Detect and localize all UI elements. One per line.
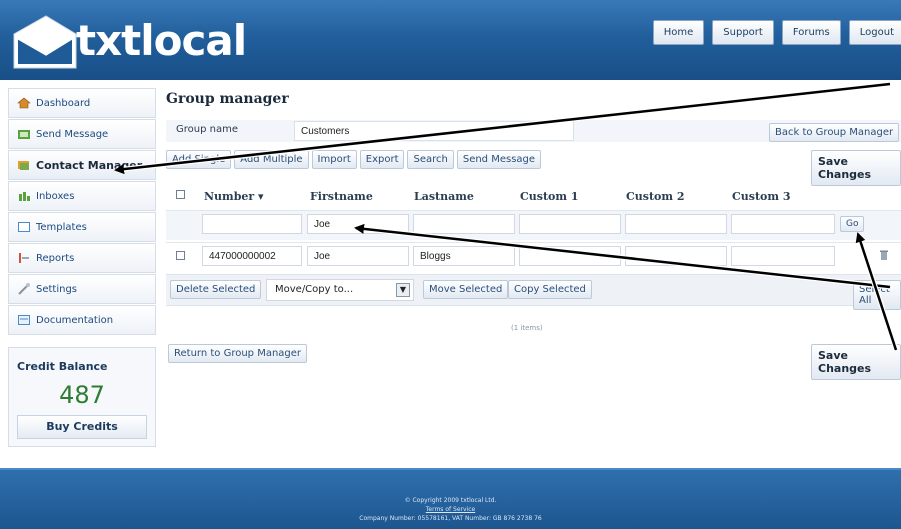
sidebar-item-label: Settings: [36, 283, 78, 295]
reports-icon: [17, 252, 31, 264]
credit-balance-label: Credit Balance: [17, 360, 108, 373]
sidebar-item-label: Inboxes: [36, 190, 75, 202]
txtlocal-logo[interactable]: txtlocal: [10, 8, 250, 69]
filter-firstname-input[interactable]: [307, 214, 409, 234]
go-button[interactable]: Go: [840, 216, 865, 232]
header-bar: txtlocal Home Support Forums Logout: [0, 0, 901, 80]
save-changes-bottom-button[interactable]: Save Changes: [811, 344, 901, 380]
back-to-group-manager-button[interactable]: Back to Group Manager: [769, 123, 900, 142]
brand-wordmark: txtlocal: [76, 16, 247, 65]
column-header-lastname[interactable]: Lastname: [414, 190, 474, 203]
select-all-button[interactable]: Select All: [853, 280, 901, 310]
footer: © Copyright 2009 txtlocal Ltd. Terms of …: [0, 468, 901, 529]
chevron-down-icon[interactable]: ▼: [396, 283, 410, 297]
custom2-field[interactable]: [625, 246, 727, 266]
nav-home-button[interactable]: Home: [652, 20, 705, 45]
sidebar-item-reports[interactable]: Reports: [8, 243, 156, 273]
custom3-field[interactable]: [731, 246, 835, 266]
import-button[interactable]: Import: [311, 150, 357, 169]
row-checkbox[interactable]: [176, 251, 185, 260]
sidebar: Dashboard Send Message Contact Manager I…: [8, 88, 156, 447]
sidebar-item-settings[interactable]: Settings: [8, 274, 156, 304]
sidebar-item-label: Send Message: [36, 128, 109, 140]
credit-balance-panel: Credit Balance 487 Buy Credits: [8, 347, 156, 447]
filter-lastname-input[interactable]: [413, 214, 515, 234]
contacts-icon: [17, 159, 31, 171]
delete-selected-button[interactable]: Delete Selected: [170, 280, 262, 299]
add-multiple-button[interactable]: Add Multiple: [234, 150, 309, 169]
move-copy-to-selected-value: Move/Copy to...: [275, 284, 354, 295]
house-icon: [17, 97, 31, 109]
save-changes-button[interactable]: Save Changes: [811, 150, 901, 186]
group-name-label: Group name: [176, 124, 238, 135]
item-count-label: (1 items): [511, 324, 543, 332]
nav-logout-button[interactable]: Logout: [848, 20, 901, 45]
sidebar-item-dashboard[interactable]: Dashboard: [8, 88, 156, 118]
move-selected-button[interactable]: Move Selected: [423, 280, 509, 299]
top-navigation: Home Support Forums Logout: [652, 20, 901, 45]
contact-toolbar: Add Single Add Multiple Import Export Se…: [166, 150, 542, 169]
move-copy-to-select[interactable]: Move/Copy to... ▼: [266, 279, 414, 301]
contacts-table-header: Number ▾ Firstname Lastname Custom 1 Cus…: [166, 184, 901, 210]
custom1-field[interactable]: [519, 246, 621, 266]
inbox-icon: [17, 190, 31, 202]
sidebar-item-label: Contact Manager: [36, 158, 143, 172]
column-header-number[interactable]: Number ▾: [204, 190, 264, 203]
sidebar-item-templates[interactable]: Templates: [8, 212, 156, 242]
filter-custom1-input[interactable]: [519, 214, 621, 234]
lastname-field[interactable]: [413, 246, 515, 266]
sidebar-item-contact-manager[interactable]: Contact Manager: [8, 150, 156, 180]
firstname-field[interactable]: [307, 246, 409, 266]
sidebar-item-inboxes[interactable]: Inboxes: [8, 181, 156, 211]
filter-custom2-input[interactable]: [625, 214, 727, 234]
return-to-group-manager-button[interactable]: Return to Group Manager: [168, 344, 308, 363]
send-message-icon: [17, 128, 31, 140]
column-header-custom-1[interactable]: Custom 1: [520, 190, 579, 203]
template-icon: [17, 221, 31, 233]
credit-balance-value: 487: [59, 381, 105, 409]
filter-custom3-input[interactable]: [731, 214, 835, 234]
envelope-logo-icon: [13, 15, 77, 69]
column-header-custom-2[interactable]: Custom 2: [626, 190, 685, 203]
add-single-button[interactable]: Add Single: [166, 150, 232, 169]
column-header-firstname[interactable]: Firstname: [310, 190, 373, 203]
document-icon: [17, 314, 31, 326]
sidebar-item-label: Documentation: [36, 314, 114, 326]
trash-icon[interactable]: [880, 250, 888, 261]
copy-selected-button[interactable]: Copy Selected: [508, 280, 592, 299]
sidebar-item-label: Templates: [36, 221, 87, 233]
search-button[interactable]: Search: [407, 150, 454, 169]
wrench-icon: [17, 283, 31, 295]
group-name-input[interactable]: [294, 121, 574, 141]
sidebar-item-label: Reports: [36, 252, 75, 264]
select-all-checkbox[interactable]: [176, 190, 185, 199]
export-button[interactable]: Export: [359, 150, 405, 169]
copyright-text: © Copyright 2009 txtlocal Ltd.: [404, 497, 497, 504]
send-message-button[interactable]: Send Message: [456, 150, 542, 169]
sidebar-item-label: Dashboard: [36, 97, 91, 109]
company-info-text: Company Number: 05578161, VAT Number: GB…: [359, 515, 542, 522]
sidebar-item-send-message[interactable]: Send Message: [8, 119, 156, 149]
page-title: Group manager: [166, 91, 289, 107]
terms-of-service-link[interactable]: Terms of Service: [0, 505, 901, 514]
number-field[interactable]: [202, 246, 302, 266]
sidebar-item-documentation[interactable]: Documentation: [8, 305, 156, 335]
filter-number-input[interactable]: [202, 214, 302, 234]
buy-credits-button[interactable]: Buy Credits: [17, 415, 147, 439]
nav-forums-button[interactable]: Forums: [781, 20, 841, 45]
nav-support-button[interactable]: Support: [712, 20, 774, 45]
column-header-custom-3[interactable]: Custom 3: [732, 190, 791, 203]
